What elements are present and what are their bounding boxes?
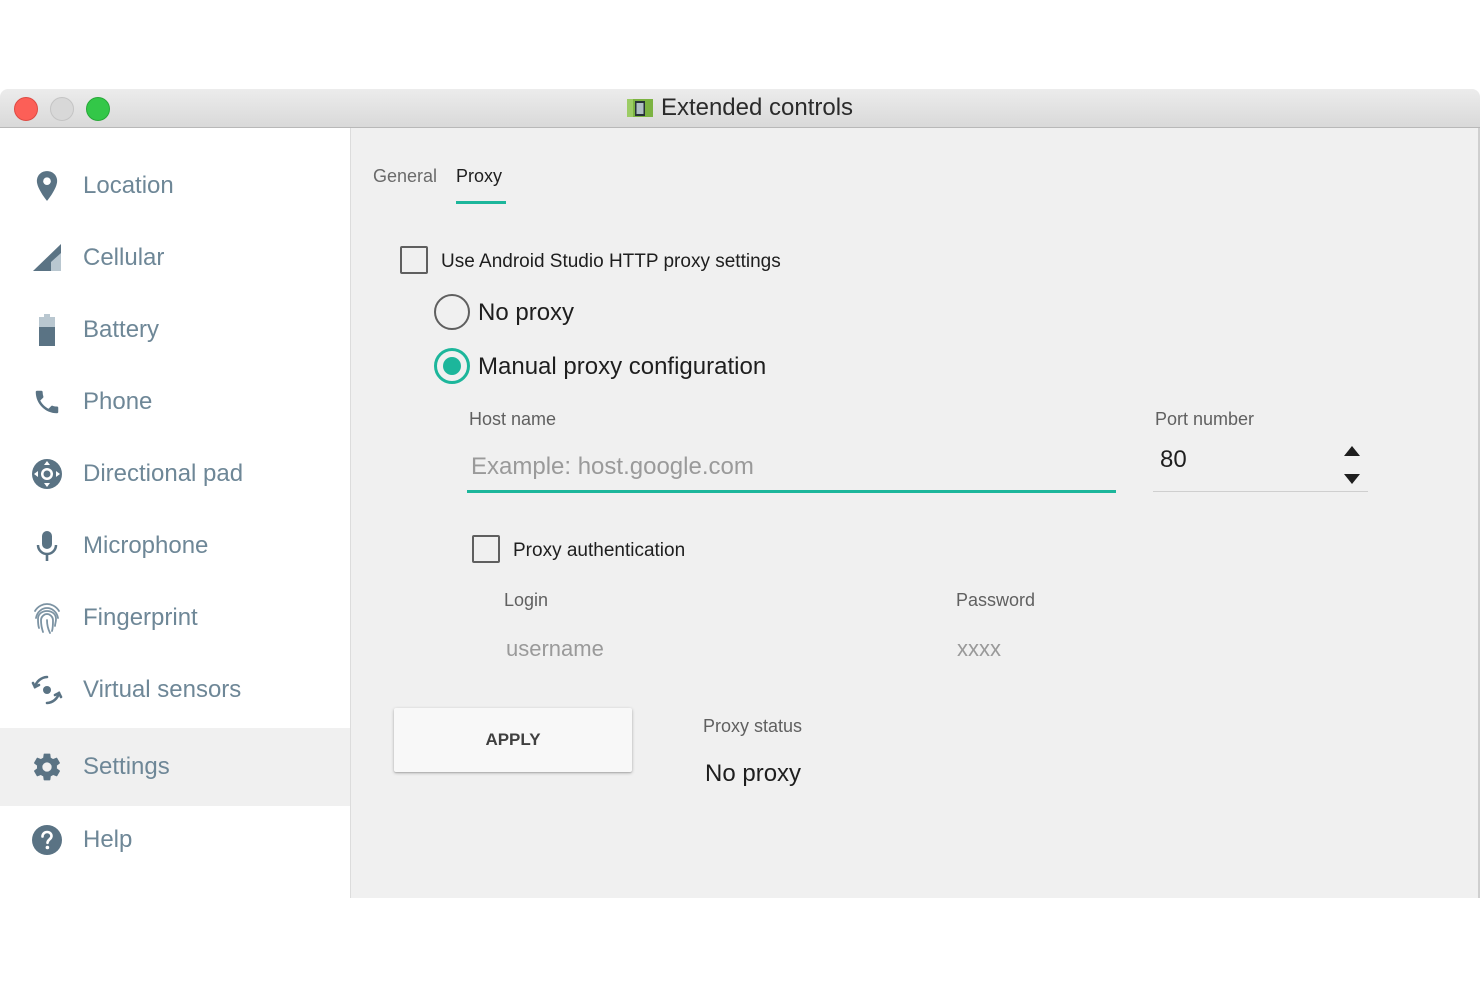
sidebar-nav: Location Cellular Battery Phone Directio xyxy=(0,128,350,898)
proxy-settings-panel: General Proxy Use Android Studio HTTP pr… xyxy=(350,128,1479,898)
extended-controls-window: Extended controls Location Cellular Batt… xyxy=(0,89,1480,898)
active-tab-indicator xyxy=(456,201,506,204)
sidebar-item-label: Battery xyxy=(83,316,160,343)
port-number-label: Port number xyxy=(1155,409,1255,429)
sidebar-item-label: Microphone xyxy=(83,532,209,559)
sidebar-item-location[interactable]: Location xyxy=(0,150,350,222)
port-increment-icon[interactable] xyxy=(1343,444,1361,458)
manual-proxy-label: Manual proxy configuration xyxy=(478,353,767,380)
login-label: Login xyxy=(504,590,549,610)
gear-icon xyxy=(30,750,64,784)
directional-pad-icon xyxy=(30,457,64,491)
window-title: Extended controls xyxy=(660,94,854,121)
sidebar-item-label: Help xyxy=(83,826,133,853)
sidebar-item-label: Fingerprint xyxy=(83,604,198,631)
sidebar-item-fingerprint[interactable]: Fingerprint xyxy=(0,582,350,654)
sidebar-item-battery[interactable]: Battery xyxy=(0,294,350,366)
use-studio-proxy-checkbox[interactable] xyxy=(400,246,428,274)
sidebar-item-microphone[interactable]: Microphone xyxy=(0,510,350,582)
tab-general[interactable]: General xyxy=(373,166,437,187)
use-studio-proxy-label: Use Android Studio HTTP proxy settings xyxy=(441,251,781,272)
cellular-signal-icon xyxy=(30,241,64,275)
phone-icon xyxy=(30,385,64,419)
emulator-app-icon xyxy=(626,97,653,119)
sidebar-item-virtual-sensors[interactable]: Virtual sensors xyxy=(0,654,350,726)
proxy-status-value: No proxy xyxy=(705,760,802,787)
proxy-status-label: Proxy status xyxy=(703,716,803,736)
tab-proxy[interactable]: Proxy xyxy=(456,166,502,187)
location-pin-icon xyxy=(30,169,64,203)
password-label: Password xyxy=(956,590,1036,610)
sidebar-item-label: Virtual sensors xyxy=(83,676,242,703)
no-proxy-radio[interactable] xyxy=(434,294,470,330)
password-input[interactable] xyxy=(957,634,1337,664)
battery-icon xyxy=(30,313,64,347)
login-input[interactable] xyxy=(506,634,886,664)
sidebar-item-label: Directional pad xyxy=(83,460,244,487)
manual-proxy-radio[interactable] xyxy=(434,348,470,384)
sidebar-item-help[interactable]: Help xyxy=(0,804,350,876)
host-name-label: Host name xyxy=(469,409,557,429)
sidebar-item-phone[interactable]: Phone xyxy=(0,366,350,438)
host-name-underline xyxy=(467,490,1116,493)
microphone-icon xyxy=(30,529,64,563)
fingerprint-icon xyxy=(30,601,64,635)
title-bar: Extended controls xyxy=(0,89,1480,128)
proxy-authentication-label: Proxy authentication xyxy=(513,540,686,561)
port-decrement-icon[interactable] xyxy=(1343,472,1361,486)
port-number-input[interactable]: 80 xyxy=(1160,446,1187,474)
sidebar-item-label: Phone xyxy=(83,388,153,415)
help-icon xyxy=(30,823,64,857)
port-number-underline xyxy=(1153,491,1368,492)
apply-button[interactable]: APPLY xyxy=(394,708,632,772)
sidebar-item-directional-pad[interactable]: Directional pad xyxy=(0,438,350,510)
virtual-sensors-icon xyxy=(30,673,64,707)
sidebar-item-cellular[interactable]: Cellular xyxy=(0,222,350,294)
sidebar-item-label: Settings xyxy=(83,753,170,780)
proxy-authentication-checkbox[interactable] xyxy=(472,535,500,563)
no-proxy-label: No proxy xyxy=(478,299,575,326)
sidebar-item-label: Location xyxy=(83,172,174,199)
sidebar-item-label: Cellular xyxy=(83,244,165,271)
host-name-input[interactable] xyxy=(471,450,1111,484)
sidebar-item-settings[interactable]: Settings xyxy=(0,728,350,806)
